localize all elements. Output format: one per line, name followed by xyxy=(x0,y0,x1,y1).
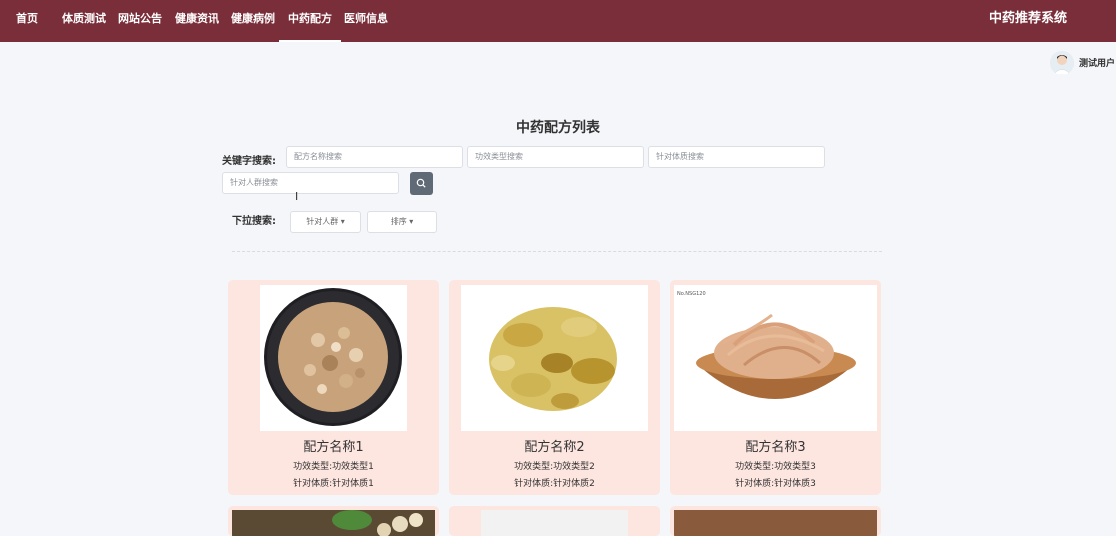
formula-card[interactable] xyxy=(449,506,660,536)
nav-item-home[interactable]: 首页 xyxy=(16,0,38,42)
nav-item-physicians[interactable]: 医师信息 xyxy=(344,0,388,42)
effect-type-search-input[interactable]: 功效类型搜索 xyxy=(467,146,644,168)
caret-down-icon: ▾ xyxy=(409,217,414,226)
nav-item-herbal-formulas[interactable]: 中药配方 xyxy=(279,0,341,42)
formula-image xyxy=(674,510,877,536)
card-name: 配方名称3 xyxy=(745,440,806,455)
card-name: 配方名称1 xyxy=(303,440,364,455)
formula-name-search-input[interactable]: 配方名称搜索 xyxy=(286,146,463,168)
card-constitution: 针对体质:针对体质3 xyxy=(735,479,816,489)
formula-image xyxy=(461,285,648,431)
site-brand[interactable]: 中药推荐系统 xyxy=(989,0,1067,42)
nav-item-constitution-test[interactable]: 体质测试 xyxy=(62,0,106,42)
section-divider xyxy=(232,251,882,252)
nav-item-health-cases[interactable]: 健康病例 xyxy=(231,0,275,42)
target-group-search-input[interactable]: 针对人群搜索 xyxy=(222,172,399,194)
formula-card[interactable]: 配方名称1 功效类型:功效类型1 针对体质:针对体质1 xyxy=(228,280,439,495)
formula-card[interactable]: No.NSG120 配方名称3 功效类型:功效类型3 针对体质:针对体质3 xyxy=(670,280,881,495)
user-name[interactable]: 测试用户 xyxy=(1079,56,1115,69)
target-group-dropdown[interactable]: 针对人群 ▾ xyxy=(290,211,361,233)
card-name: 配方名称2 xyxy=(524,440,585,455)
card-constitution: 针对体质:针对体质2 xyxy=(514,479,595,489)
keyword-search-label: 关键字搜索: xyxy=(222,156,276,167)
nav-item-health-news[interactable]: 健康资讯 xyxy=(175,0,219,42)
nav-item-announcements[interactable]: 网站公告 xyxy=(118,0,162,42)
user-avatar[interactable] xyxy=(1050,51,1074,75)
card-effect-type: 功效类型:功效类型2 xyxy=(514,462,595,472)
search-button[interactable] xyxy=(410,172,433,195)
top-navbar: 首页 体质测试 网站公告 健康资讯 健康病例 中药配方 医师信息 中药推荐系统 xyxy=(0,0,1116,42)
dropdown-search-label: 下拉搜索: xyxy=(232,216,276,227)
card-constitution: 针对体质:针对体质1 xyxy=(293,479,374,489)
card-effect-type: 功效类型:功效类型3 xyxy=(735,462,816,472)
constitution-search-input[interactable]: 针对体质搜索 xyxy=(648,146,825,168)
card-effect-type: 功效类型:功效类型1 xyxy=(293,462,374,472)
formula-image xyxy=(232,510,435,536)
page-title: 中药配方列表 xyxy=(516,120,600,136)
formula-card[interactable]: 配方名称2 功效类型:功效类型2 针对体质:针对体质2 xyxy=(449,280,660,495)
formula-image: No.NSG120 xyxy=(674,285,877,431)
formula-image xyxy=(260,285,407,431)
image-watermark: No.NSG120 xyxy=(677,291,706,297)
search-icon xyxy=(416,178,426,188)
formula-card[interactable] xyxy=(670,506,881,536)
formula-card[interactable] xyxy=(228,506,439,536)
sort-dropdown-label: 排序 xyxy=(390,217,407,226)
target-group-dropdown-label: 针对人群 xyxy=(306,217,339,226)
text-cursor-icon: I xyxy=(295,190,299,203)
formula-image xyxy=(481,510,628,536)
caret-down-icon: ▾ xyxy=(340,217,345,226)
sort-dropdown[interactable]: 排序 ▾ xyxy=(367,211,437,233)
